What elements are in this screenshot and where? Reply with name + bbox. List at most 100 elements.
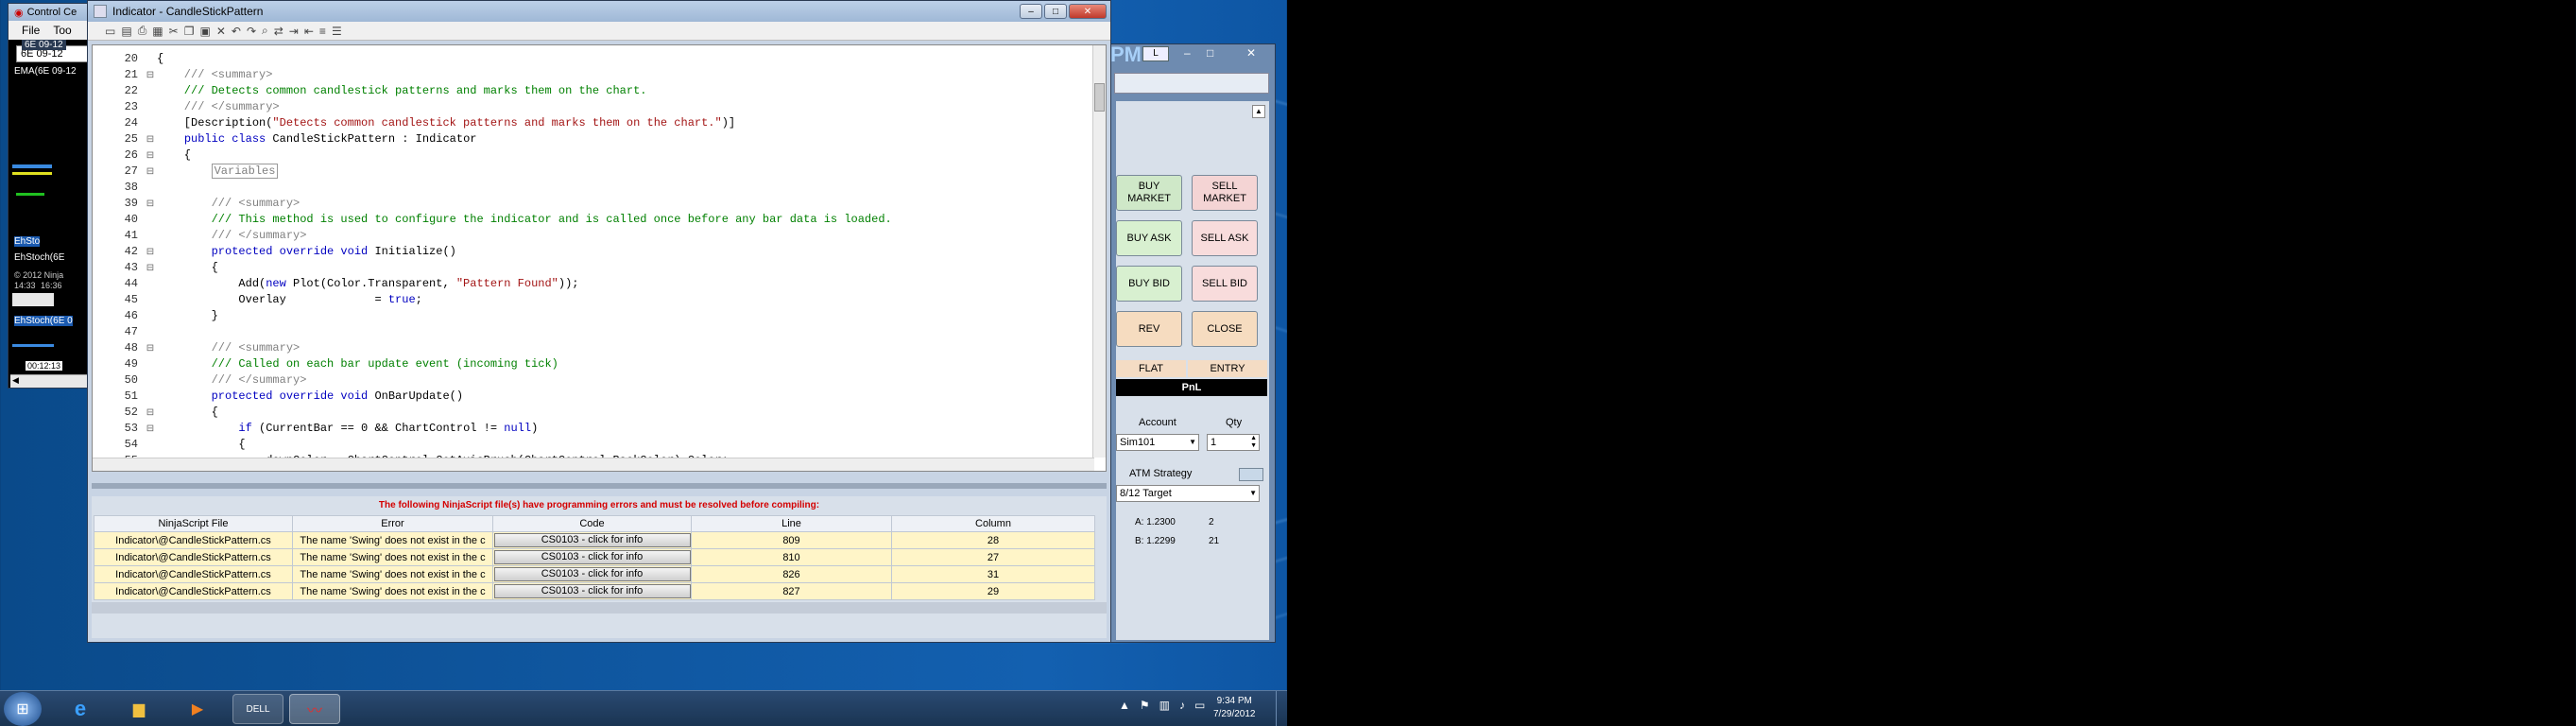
menu-file[interactable]: File <box>22 24 40 37</box>
menu-tools[interactable]: Too <box>53 24 71 37</box>
error-info-button[interactable]: CS0103 - click for info <box>493 550 691 564</box>
col-line[interactable]: Line <box>691 515 892 532</box>
taskbar-ie[interactable]: e <box>55 694 106 724</box>
maximize-button[interactable]: □ <box>1044 4 1067 19</box>
error-info-button[interactable]: CS0103 - click for info <box>493 533 691 547</box>
error-info-button[interactable]: CS0103 - click for info <box>493 584 691 598</box>
redo-icon[interactable]: ↷ <box>247 25 256 38</box>
code-line[interactable]: 44 Add(new Plot(Color.Transparent, "Patt… <box>93 276 1106 292</box>
buy-bid-button[interactable]: BUY BID <box>1116 266 1182 302</box>
superdom-titlebar[interactable]: PM L – □ ✕ <box>1108 43 1275 66</box>
scroll-thumb[interactable] <box>1094 83 1105 112</box>
buy-market-button[interactable]: BUY MARKET <box>1116 175 1182 211</box>
code-line[interactable]: 51 protected override void OnBarUpdate() <box>93 389 1106 405</box>
code-line[interactable]: 25 ⊟ public class CandleStickPattern : In… <box>93 131 1106 147</box>
close-button[interactable]: ✕ <box>1069 4 1107 19</box>
account-select[interactable]: Sim101 ▼ <box>1116 434 1199 451</box>
start-button[interactable]: ⊞ <box>4 692 42 726</box>
minimize-icon[interactable]: – <box>1184 46 1191 60</box>
taskbar-dell[interactable]: DELL <box>232 694 283 724</box>
fold-toggle-icon[interactable]: ⊟ <box>144 341 157 357</box>
code-editor[interactable]: 20 {21 ⊟ /// <summary> 22 /// Detects commo… <box>92 44 1107 472</box>
col-column[interactable]: Column <box>891 515 1095 532</box>
code-line[interactable]: 47 <box>93 324 1106 340</box>
code-line[interactable]: 46 } <box>93 308 1106 324</box>
code-line[interactable]: 54 { <box>93 437 1106 453</box>
code-line[interactable]: 39 ⊟ /// <summary> <box>93 196 1106 212</box>
volume-icon[interactable]: ♪ <box>1179 699 1185 712</box>
maximize-icon[interactable]: □ <box>1207 46 1213 60</box>
error-row[interactable]: Indicator\@CandleStickPattern.cs The name… <box>94 582 1095 600</box>
fold-toggle-icon[interactable]: ⊟ <box>144 68 157 84</box>
replace-icon[interactable]: ⇄ <box>274 25 283 38</box>
code-line[interactable]: 45 Overlay = true; <box>93 292 1106 308</box>
splitter[interactable] <box>92 483 1107 489</box>
code-line[interactable]: 53 ⊟ if (CurrentBar == 0 && ChartControl … <box>93 421 1106 437</box>
rev-button[interactable]: REV <box>1116 311 1182 347</box>
editor-titlebar[interactable]: Indicator - CandleStickPattern – □ ✕ <box>88 1 1110 22</box>
find-icon[interactable]: ⌕ <box>262 24 268 38</box>
clock[interactable]: 9:34 PM 7/29/2012 <box>1213 695 1256 721</box>
error-row[interactable]: Indicator\@CandleStickPattern.cs The name… <box>94 565 1095 583</box>
horizontal-scrollbar[interactable] <box>93 458 1094 471</box>
code-line[interactable]: 48 ⊟ /// <summary> <box>93 340 1106 356</box>
code-line[interactable]: 21 ⊟ /// <summary> <box>93 67 1106 83</box>
scroll-left-icon[interactable]: ◀ <box>12 375 19 386</box>
code-line[interactable]: 22 /// Detects common candlestick patter… <box>93 83 1106 99</box>
uncomment-icon[interactable]: ☰ <box>332 25 342 38</box>
network-icon[interactable]: ▥ <box>1159 699 1170 712</box>
fold-toggle-icon[interactable]: ⊟ <box>144 197 157 213</box>
undo-icon[interactable]: ↶ <box>232 25 241 38</box>
taskbar-explorer[interactable]: ▆ <box>113 694 164 724</box>
fold-toggle-icon[interactable]: ⊟ <box>144 245 157 261</box>
print-icon[interactable]: ⎙ <box>138 24 147 38</box>
code-line[interactable]: 27 ⊟ Variables <box>93 164 1106 180</box>
code-line[interactable]: 42 ⊟ protected override void Initialize() <box>93 244 1106 260</box>
minimize-button[interactable]: – <box>1020 4 1042 19</box>
fold-toggle-icon[interactable]: ⊟ <box>144 148 157 164</box>
battery-icon[interactable]: ▭ <box>1194 699 1205 712</box>
code-line[interactable]: 41 /// </summary> <box>93 228 1106 244</box>
fold-toggle-icon[interactable]: ⊟ <box>144 132 157 148</box>
code-line[interactable]: 49 /// Called on each bar update event (… <box>93 356 1106 372</box>
code-line[interactable]: 23 /// </summary> <box>93 99 1106 115</box>
indent-icon[interactable]: ⇥ <box>289 25 299 38</box>
code-line[interactable]: 24 [Description("Detects common candlest… <box>93 115 1106 131</box>
flag-icon[interactable]: ⚑ <box>1140 699 1150 712</box>
comment-icon[interactable]: ≡ <box>319 25 326 38</box>
error-row[interactable]: Indicator\@CandleStickPattern.cs The name… <box>94 548 1095 566</box>
scroll-row[interactable] <box>12 293 54 306</box>
stepper-icon[interactable]: ▲ ▼ <box>1250 435 1257 450</box>
show-desktop-button[interactable] <box>1276 691 1287 726</box>
buy-ask-button[interactable]: BUY ASK <box>1116 220 1182 256</box>
cut-icon[interactable]: ✂ <box>169 25 179 38</box>
code-line[interactable]: 52 ⊟ { <box>93 405 1106 421</box>
code-line[interactable]: 26 ⊟ { <box>93 147 1106 164</box>
code-line[interactable]: 50 /// </summary> <box>93 372 1106 389</box>
open-icon[interactable]: ▤ <box>121 25 131 38</box>
new-icon[interactable]: ▭ <box>105 25 115 38</box>
paste-icon[interactable]: ▣ <box>199 25 210 38</box>
col-code[interactable]: Code <box>492 515 692 532</box>
error-info-button[interactable]: CS0103 - click for info <box>493 567 691 581</box>
superdom-header-field[interactable] <box>1114 73 1269 94</box>
delete-icon[interactable]: ✕ <box>216 25 226 38</box>
atm-select[interactable]: 8/12 Target ▼ <box>1116 485 1260 502</box>
fold-toggle-icon[interactable]: ⊟ <box>144 406 157 422</box>
code-line[interactable]: 40 /// This method is used to configure … <box>93 212 1106 228</box>
code-line[interactable]: 43 ⊟ { <box>93 260 1106 276</box>
panel-collapse-icon[interactable]: ▲ <box>1252 105 1265 118</box>
taskbar-media[interactable]: ▶ <box>172 694 223 724</box>
outdent-icon[interactable]: ⇤ <box>304 25 314 38</box>
close-position-button[interactable]: CLOSE <box>1192 311 1258 347</box>
col-file[interactable]: NinjaScript File <box>94 515 293 532</box>
fold-toggle-icon[interactable]: ⊟ <box>144 261 157 277</box>
code-line[interactable]: 20 { <box>93 51 1106 67</box>
sell-market-button[interactable]: SELL MARKET <box>1192 175 1258 211</box>
code-line[interactable]: 38 <box>93 180 1106 196</box>
tray-expand-icon[interactable]: ▲ <box>1119 699 1130 712</box>
col-error[interactable]: Error <box>292 515 493 532</box>
print-preview-icon[interactable]: ▦ <box>152 25 163 38</box>
qty-stepper[interactable]: 1 ▲ ▼ <box>1207 434 1260 451</box>
l-button[interactable]: L <box>1142 46 1169 61</box>
